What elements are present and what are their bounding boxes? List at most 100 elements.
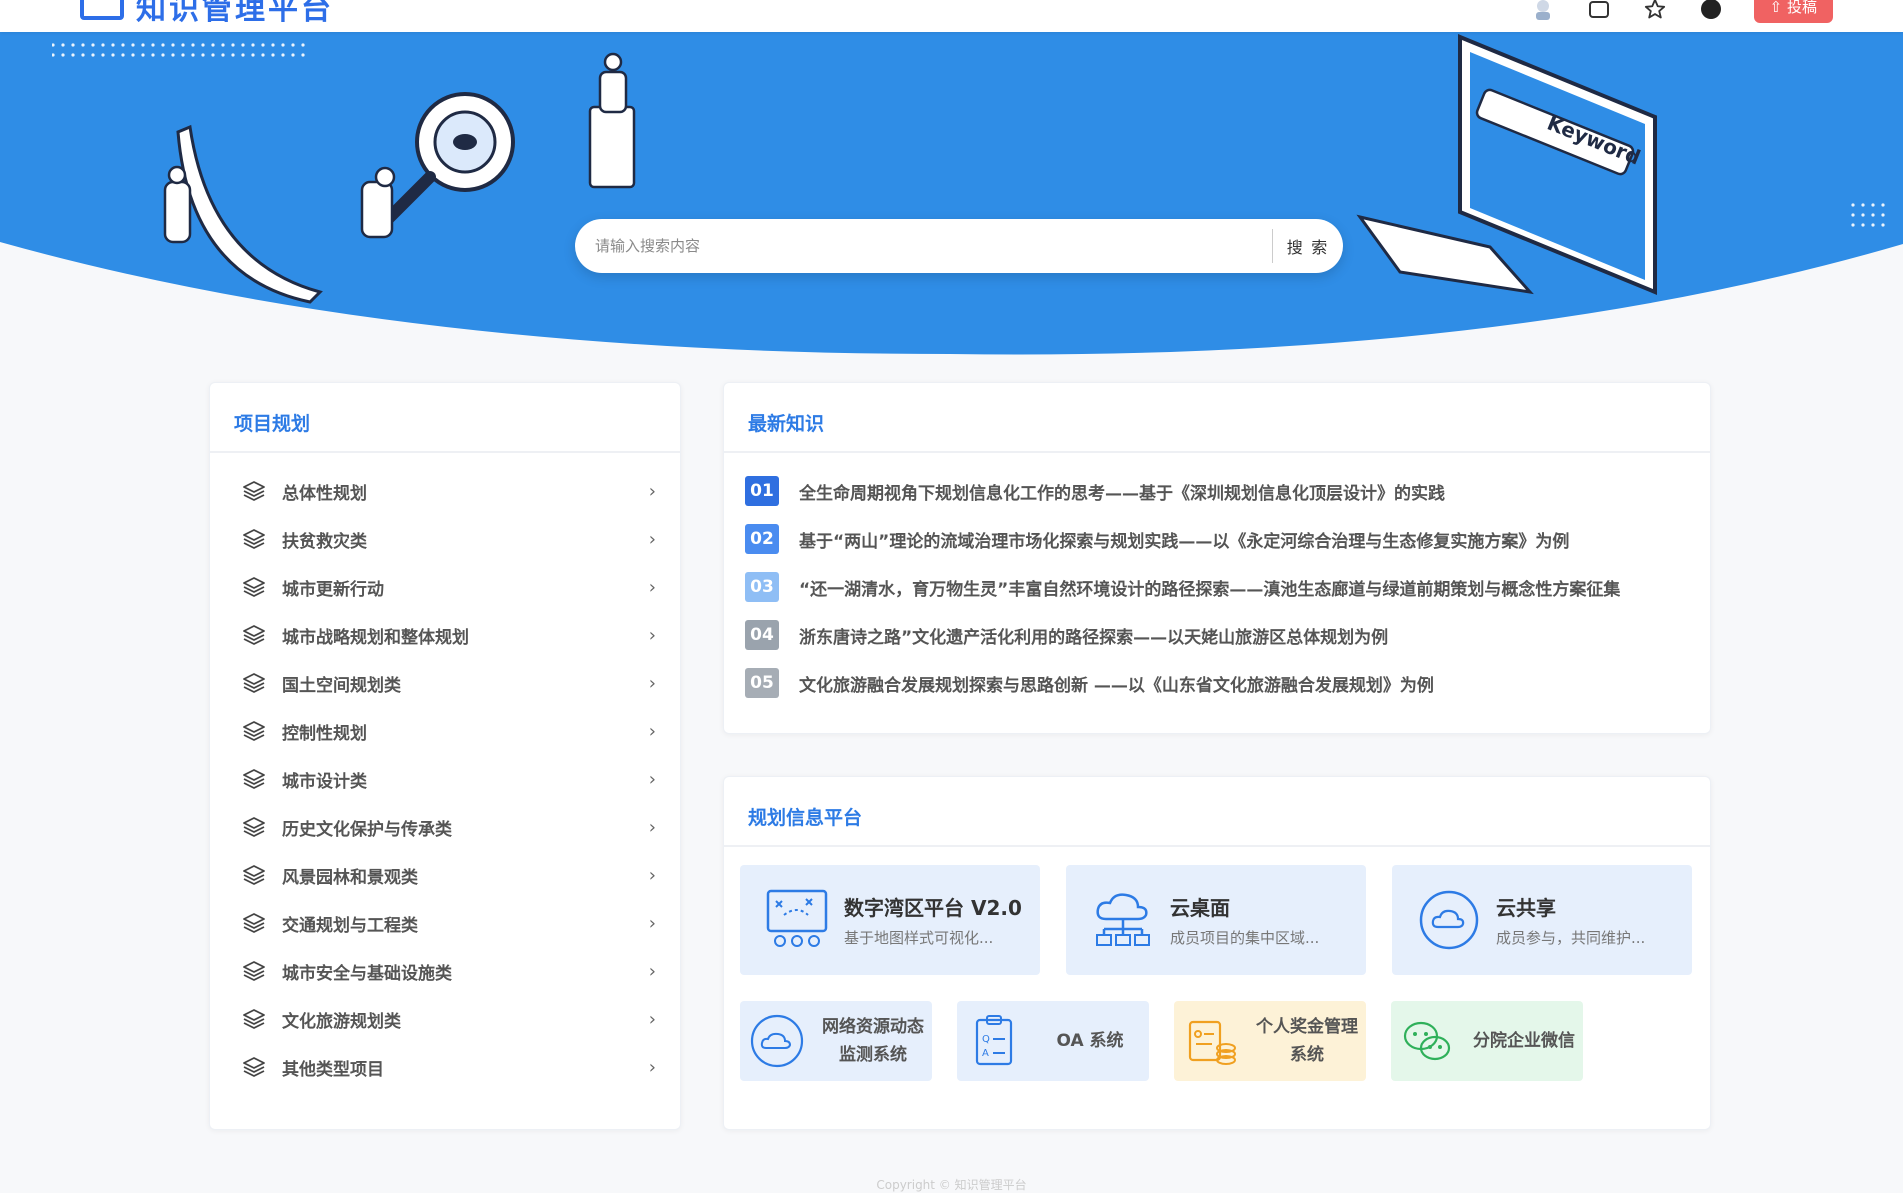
chevron-right-icon: › (648, 912, 656, 934)
hero-illustration: Keyword (0, 32, 1903, 355)
search-button[interactable]: 搜 索 (1273, 234, 1343, 258)
project-menu-item[interactable]: 历史文化保护与传承类 › (210, 803, 680, 851)
project-menu-item[interactable]: 城市更新行动 › (210, 563, 680, 611)
news-title-link[interactable]: 文化旅游融合发展规划探索与思路创新 ——以《山东省文化旅游融合发展规划》为例 (799, 671, 1434, 696)
project-menu-item[interactable]: 风景园林和景观类 › (210, 851, 680, 899)
project-menu-item[interactable]: 控制性规划 › (210, 707, 680, 755)
platform-tile-desc: 成员参与，共同维护... (1496, 929, 1646, 947)
layers-icon (243, 913, 265, 933)
chevron-right-icon: › (648, 720, 656, 742)
news-title-link[interactable]: 全生命周期视角下规划信息化工作的思考——基于《深圳规划信息化顶层设计》的实践 (799, 479, 1445, 504)
cloud-share-icon (1414, 885, 1484, 955)
avatar-icon[interactable] (1530, 0, 1556, 22)
project-menu-label: 历史文化保护与传承类 (282, 819, 452, 840)
publish-button[interactable]: ⇧ 投稿 (1753, 0, 1833, 23)
project-menu-label: 国土空间规划类 (282, 675, 401, 696)
news-item[interactable]: 02 基于“两山”理论的流域治理市场化探索与规划实践——以《永定河综合治理与生态修… (724, 515, 1710, 563)
layers-icon (243, 769, 265, 789)
news-title-link[interactable]: 基于“两山”理论的流域治理市场化探索与规划实践——以《永定河综合治理与生态修复实… (799, 527, 1569, 552)
platform-tile-name: 数字湾区平台 V2.0 (844, 896, 1022, 920)
project-menu-label: 文化旅游规划类 (282, 1011, 401, 1032)
platform-tile-name: 云共享 (1496, 896, 1556, 920)
system-tile-name: 分院企业微信 (1473, 1031, 1575, 1051)
platform-tile-desc: 成员项目的集中区域... (1170, 929, 1320, 947)
message-icon[interactable] (1586, 0, 1612, 22)
top-bar: 知识管理平台 ⇧ 投稿 (0, 0, 1903, 32)
project-menu-item[interactable]: 文化旅游规划类 › (210, 995, 680, 1043)
system-tile-3[interactable]: 个人奖金管理系统 (1174, 1001, 1366, 1081)
project-menu-item[interactable]: 城市战略规划和整体规划 › (210, 611, 680, 659)
help-icon[interactable] (1698, 0, 1724, 22)
app-logo[interactable]: 知识管理平台 (80, 0, 334, 28)
layers-icon (243, 721, 265, 741)
project-menu-item[interactable]: 其他类型项目 › (210, 1043, 680, 1091)
chevron-right-icon: › (648, 864, 656, 886)
project-menu-item[interactable]: 扶贫救灾类 › (210, 515, 680, 563)
project-menu-label: 其他类型项目 (282, 1059, 384, 1080)
planning-platform-title: 规划信息平台 (724, 777, 1710, 847)
platform-tile-2[interactable]: 云桌面成员项目的集中区域... (1066, 865, 1366, 975)
system-tile-name: 网络资源动态监测系统 (822, 1017, 924, 1065)
qa-document-icon: QA (965, 1012, 1023, 1070)
platform-tile-1[interactable]: 数字湾区平台 V2.0 基于地图样式可视化... (740, 865, 1040, 975)
news-title-link[interactable]: “还一湖清水，育万物生灵”丰富自然环境设计的路径探索——滇池生态廊道与绿道前期策… (799, 575, 1620, 600)
news-rank-badge: 05 (745, 668, 779, 698)
logo-book-icon (80, 0, 124, 20)
chevron-right-icon: › (648, 1056, 656, 1078)
project-menu-label: 城市设计类 (282, 771, 367, 792)
layers-icon (243, 577, 265, 597)
svg-text:A: A (982, 1048, 989, 1059)
bonus-coins-icon (1182, 1012, 1240, 1070)
project-menu-label: 城市战略规划和整体规划 (282, 627, 469, 648)
footer-copyright: Copyright © 知识管理平台 (876, 1178, 1027, 1192)
system-tile-1[interactable]: 网络资源动态监测系统 (740, 1001, 932, 1081)
layers-icon (243, 1057, 265, 1077)
project-menu-label: 城市更新行动 (282, 579, 384, 600)
chevron-right-icon: › (648, 816, 656, 838)
layers-icon (243, 961, 265, 981)
platform-tile-desc: 基于地图样式可视化... (844, 929, 994, 947)
project-menu-item[interactable]: 总体性规划 › (210, 467, 680, 515)
project-menu-label: 总体性规划 (282, 483, 367, 504)
layers-icon (243, 865, 265, 885)
news-title-link[interactable]: 浙东唐诗之路”文化遗产活化利用的路径探索——以天姥山旅游区总体规划为例 (799, 623, 1388, 648)
system-tile-2[interactable]: Q A OA 系统 (957, 1001, 1149, 1081)
project-menu-label: 控制性规划 (282, 723, 367, 744)
project-menu-label: 扶贫救灾类 (282, 531, 367, 552)
layers-icon (243, 625, 265, 645)
chevron-right-icon: › (648, 768, 656, 790)
news-item[interactable]: 05 文化旅游融合发展规划探索与思路创新 ——以《山东省文化旅游融合发展规划》为例 (724, 659, 1710, 707)
system-tile-name: 个人奖金管理系统 (1256, 1017, 1358, 1065)
wechat-icon (1399, 1012, 1457, 1070)
system-tile-name: OA 系统 (1056, 1031, 1124, 1051)
news-item[interactable]: 04 浙东唐诗之路”文化遗产活化利用的路径探索——以天姥山旅游区总体规划为例 (724, 611, 1710, 659)
hero-banner: Keyword 搜 索 (0, 32, 1903, 362)
project-planning-card: 项目规划 总体性规划 › 扶贫救灾类 › 城市更新行动 › 城市战略规划和整体规划 › 国土空间… (209, 382, 681, 1130)
system-tile-4[interactable]: 分院企业微信 (1391, 1001, 1583, 1081)
cloud-monitor-icon (748, 1012, 806, 1070)
news-list: 01 全生命周期视角下规划信息化工作的思考——基于《深圳规划信息化顶层设计》的实践… (724, 453, 1710, 707)
project-menu-item[interactable]: 城市安全与基础设施类 › (210, 947, 680, 995)
star-icon[interactable] (1642, 0, 1668, 22)
search-input[interactable] (575, 237, 1272, 255)
project-menu-item[interactable]: 交通规划与工程类 › (210, 899, 680, 947)
platform-tile-name: 云桌面 (1170, 896, 1230, 920)
publish-label: 投稿 (1786, 0, 1817, 16)
search-bar: 搜 索 (575, 219, 1343, 273)
news-rank-badge: 03 (745, 572, 779, 602)
layers-icon (243, 481, 265, 501)
project-menu-item[interactable]: 城市设计类 › (210, 755, 680, 803)
platform-tile-3[interactable]: 云共享成员参与，共同维护... (1392, 865, 1692, 975)
latest-knowledge-card: 最新知识 01 全生命周期视角下规划信息化工作的思考——基于《深圳规划信息化顶层设… (723, 382, 1711, 734)
chevron-right-icon: › (648, 480, 656, 502)
chevron-right-icon: › (648, 576, 656, 598)
project-menu-label: 交通规划与工程类 (282, 915, 418, 936)
news-item[interactable]: 01 全生命周期视角下规划信息化工作的思考——基于《深圳规划信息化顶层设计》的实践 (724, 467, 1710, 515)
project-planning-title: 项目规划 (210, 383, 680, 453)
layers-icon (243, 817, 265, 837)
news-item[interactable]: 03 “还一湖清水，育万物生灵”丰富自然环境设计的路径探索——滇池生态廊道与绿道前… (724, 563, 1710, 611)
project-menu-label: 风景园林和景观类 (282, 867, 418, 888)
layers-icon (243, 529, 265, 549)
svg-text:Q: Q (982, 1034, 990, 1045)
project-menu-item[interactable]: 国土空间规划类 › (210, 659, 680, 707)
